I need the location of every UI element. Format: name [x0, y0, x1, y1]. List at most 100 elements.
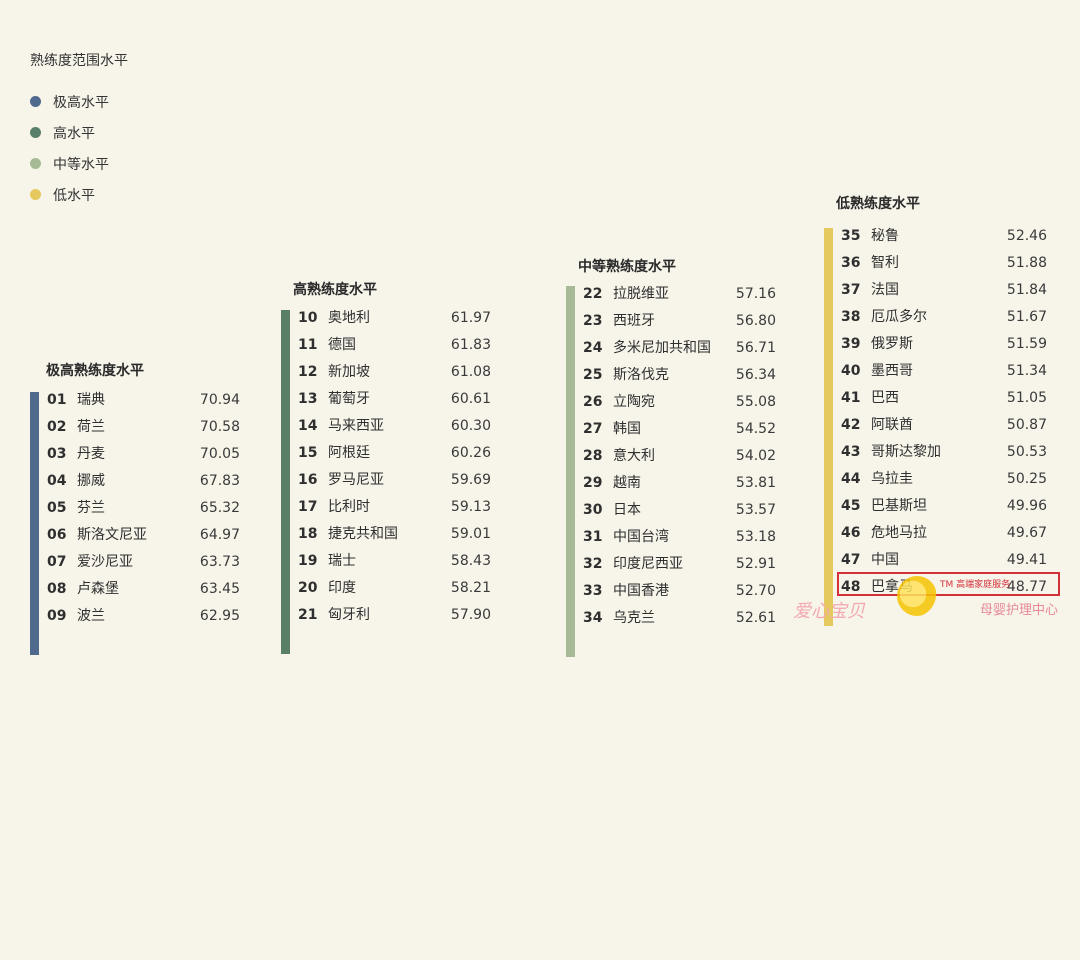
rank-number: 22: [583, 286, 603, 302]
country-name: 墨西哥: [871, 363, 913, 379]
table-row: 14 马来西亚 60.30: [298, 414, 491, 438]
table-row: 37 法国 51.84: [841, 278, 1047, 302]
rank-number: 34: [583, 610, 603, 626]
legend-item: 中等水平: [30, 148, 128, 179]
country-name: 秘鲁: [871, 228, 899, 244]
country-name: 瑞典: [77, 392, 105, 408]
rank-number: 19: [298, 553, 318, 569]
table-row: 27 韩国 54.52: [583, 417, 776, 441]
legend-item: 极高水平: [30, 86, 128, 117]
score-value: 61.08: [450, 364, 491, 380]
country-name: 阿联酋: [871, 417, 913, 433]
score-value: 59.69: [450, 472, 491, 488]
rank-number: 40: [841, 363, 861, 379]
level-group: 高熟练度水平 10 奥地利 61.97 11 德国 61.83 12 新加坡 61.08 13 葡萄牙…: [281, 279, 491, 879]
table-row: 23 西班牙 56.80: [583, 309, 776, 333]
rank-number: 44: [841, 471, 861, 487]
rank-number: 38: [841, 309, 861, 325]
country-name: 中国: [871, 552, 899, 568]
score-value: 58.43: [450, 553, 491, 569]
table-row: 40 墨西哥 51.34: [841, 359, 1047, 383]
rank-number: 10: [298, 310, 318, 326]
score-value: 57.16: [735, 286, 776, 302]
country-name: 匈牙利: [328, 607, 370, 623]
table-row: 29 越南 53.81: [583, 471, 776, 495]
level-group: 中等熟练度水平 22 拉脱维亚 57.16 23 西班牙 56.80 24 多米尼加共和国 56.…: [566, 256, 776, 856]
table-row: 10 奥地利 61.97: [298, 306, 491, 330]
level-bar: [566, 286, 575, 657]
score-value: 63.45: [199, 581, 240, 597]
country-name: 芬兰: [77, 500, 105, 516]
rank-number: 47: [841, 552, 861, 568]
rank-number: 01: [47, 392, 67, 408]
score-value: 60.61: [450, 391, 491, 407]
watermark-tm-text: TM 高端家庭服务: [940, 580, 1011, 590]
score-value: 52.46: [1006, 228, 1047, 244]
table-row: 43 哥斯达黎加 50.53: [841, 440, 1047, 464]
table-row: 09 波兰 62.95: [47, 604, 240, 628]
table-row: 33 中国香港 52.70: [583, 579, 776, 603]
score-value: 51.05: [1006, 390, 1047, 406]
country-name: 爱沙尼亚: [77, 554, 133, 570]
table-row: 12 新加坡 61.08: [298, 360, 491, 384]
score-value: 60.30: [450, 418, 491, 434]
rank-number: 27: [583, 421, 603, 437]
legend-title: 熟练度范围水平: [30, 53, 128, 69]
score-value: 67.83: [199, 473, 240, 489]
score-value: 53.57: [735, 502, 776, 518]
country-name: 多米尼加共和国: [613, 340, 711, 356]
table-row: 13 葡萄牙 60.61: [298, 387, 491, 411]
level-group: 极高熟练度水平 01 瑞典 70.94 02 荷兰 70.58 03 丹麦 70.05 04 挪威 67…: [30, 360, 240, 960]
country-name: 阿根廷: [328, 445, 370, 461]
country-name: 乌克兰: [613, 610, 655, 626]
rank-number: 18: [298, 526, 318, 542]
rank-number: 07: [47, 554, 67, 570]
score-value: 59.01: [450, 526, 491, 542]
score-value: 56.71: [735, 340, 776, 356]
group-title: 低熟练度水平: [836, 196, 920, 212]
table-row: 25 斯洛伐克 56.34: [583, 363, 776, 387]
country-name: 拉脱维亚: [613, 286, 669, 302]
rank-number: 08: [47, 581, 67, 597]
rank-number: 24: [583, 340, 603, 356]
score-value: 55.08: [735, 394, 776, 410]
score-value: 61.97: [450, 310, 491, 326]
score-value: 65.32: [199, 500, 240, 516]
rank-number: 16: [298, 472, 318, 488]
table-row: 07 爱沙尼亚 63.73: [47, 550, 240, 574]
rank-number: 26: [583, 394, 603, 410]
score-value: 63.73: [199, 554, 240, 570]
rank-number: 42: [841, 417, 861, 433]
watermark-left-text: 爱心宝贝: [793, 601, 865, 622]
rank-number: 02: [47, 419, 67, 435]
level-bar: [824, 228, 833, 626]
table-row: 36 智利 51.88: [841, 251, 1047, 275]
country-name: 韩国: [613, 421, 641, 437]
score-value: 58.21: [450, 580, 491, 596]
table-row: 30 日本 53.57: [583, 498, 776, 522]
table-row: 17 比利时 59.13: [298, 495, 491, 519]
table-row: 08 卢森堡 63.45: [47, 577, 240, 601]
score-value: 62.95: [199, 608, 240, 624]
score-value: 49.96: [1006, 498, 1047, 514]
table-row: 19 瑞士 58.43: [298, 549, 491, 573]
rank-number: 09: [47, 608, 67, 624]
country-name: 越南: [613, 475, 641, 491]
rank-number: 23: [583, 313, 603, 329]
country-name: 印度: [328, 580, 356, 596]
score-value: 50.53: [1006, 444, 1047, 460]
score-value: 51.59: [1006, 336, 1047, 352]
country-name: 中国香港: [613, 583, 669, 599]
table-row: 02 荷兰 70.58: [47, 415, 240, 439]
legend-item: 高水平: [30, 117, 128, 148]
rank-number: 33: [583, 583, 603, 599]
table-row: 15 阿根廷 60.26: [298, 441, 491, 465]
country-name: 意大利: [613, 448, 655, 464]
table-row: 05 芬兰 65.32: [47, 496, 240, 520]
rank-number: 21: [298, 607, 318, 623]
country-name: 俄罗斯: [871, 336, 913, 352]
country-name: 荷兰: [77, 419, 105, 435]
country-name: 捷克共和国: [328, 526, 398, 542]
country-name: 印度尼西亚: [613, 556, 683, 572]
country-name: 巴西: [871, 390, 899, 406]
